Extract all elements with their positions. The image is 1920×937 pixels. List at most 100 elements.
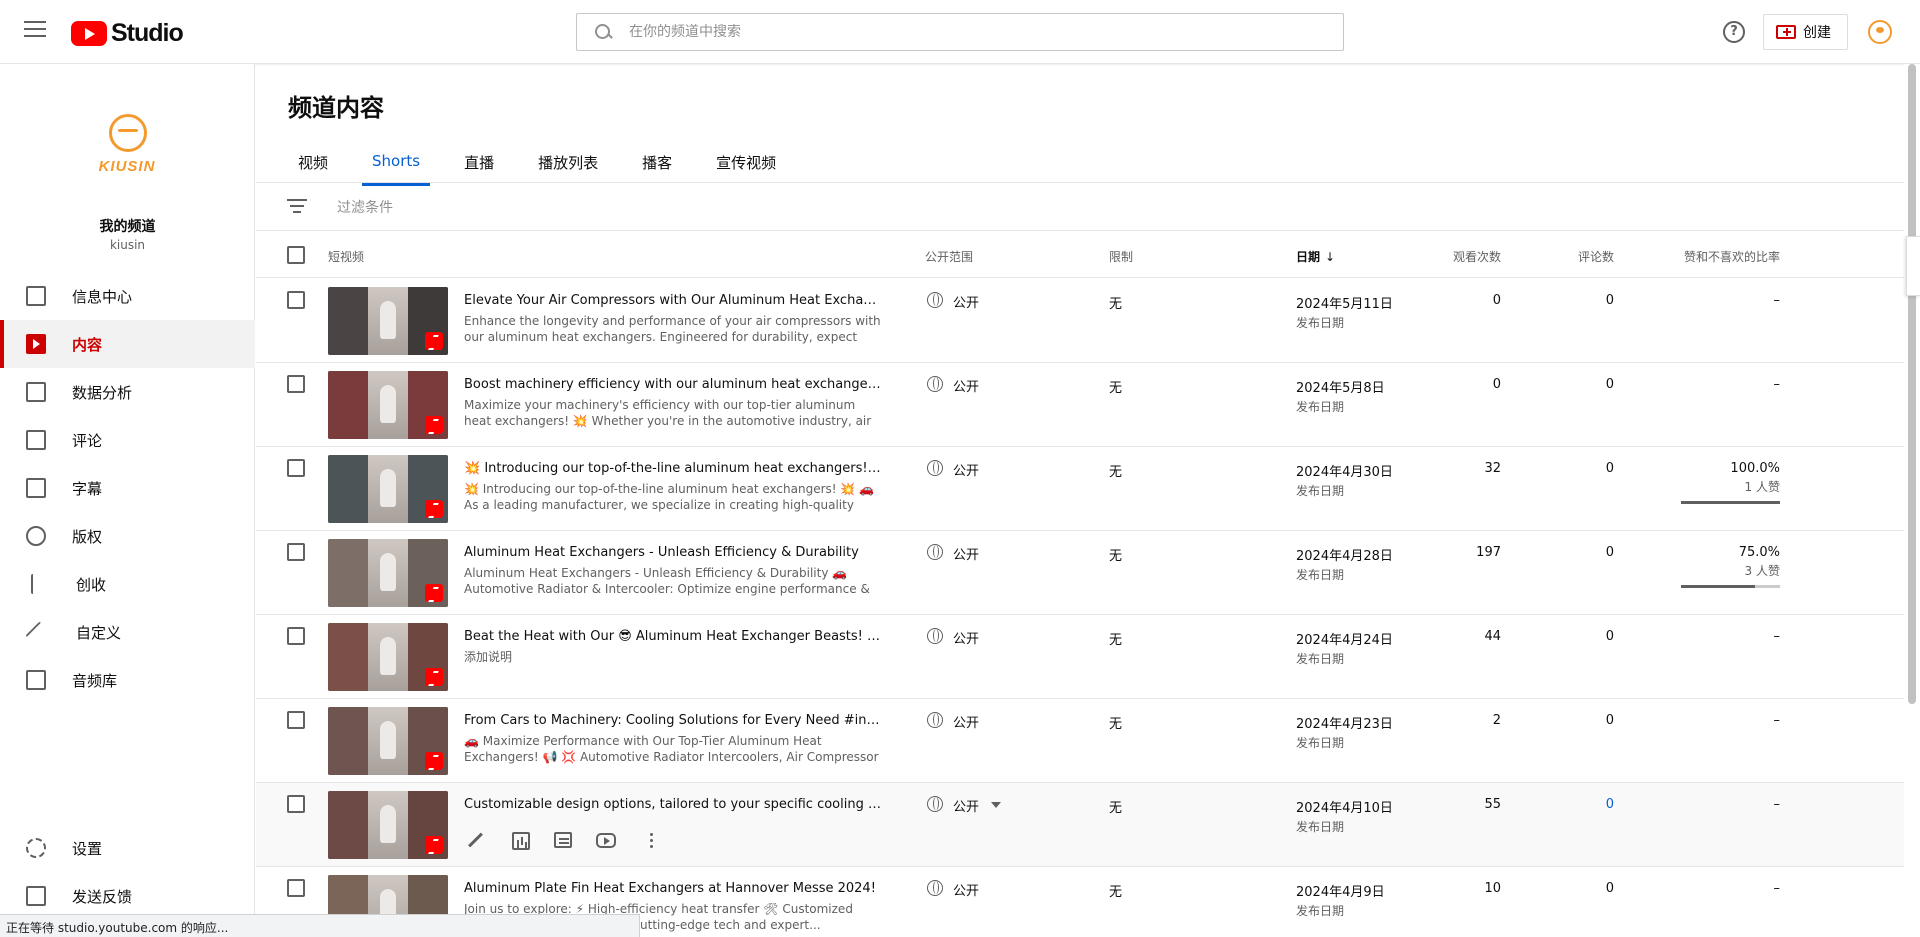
- table-row[interactable]: Boost machinery efficiency with our alum…: [256, 363, 1904, 447]
- channel-avatar[interactable]: KIUSIN: [93, 114, 161, 186]
- column-date[interactable]: 日期 ↓: [1296, 248, 1335, 265]
- row-checkbox[interactable]: [287, 627, 305, 645]
- kiusin-logo-icon: [109, 114, 147, 152]
- sidebar-item-dashboard[interactable]: 信息中心: [0, 272, 255, 320]
- sidebar-item-analytics[interactable]: 数据分析: [0, 368, 255, 416]
- video-title[interactable]: 💥 Introducing our top-of-the-line alumin…: [464, 461, 884, 476]
- visibility-status[interactable]: 公开: [953, 712, 979, 731]
- table-header: 短视频 公开范围 限制 日期 ↓ 观看次数 评论数 赞和不喜欢的比率: [256, 232, 1904, 278]
- visibility-status[interactable]: 公开: [953, 544, 979, 563]
- column-ratio[interactable]: 赞和不喜欢的比率: [1656, 248, 1780, 265]
- video-title[interactable]: Elevate Your Air Compressors with Our Al…: [464, 293, 884, 308]
- comments-icon[interactable]: [554, 832, 572, 848]
- tab-videos[interactable]: 视频: [288, 140, 338, 186]
- visibility-status[interactable]: 公开: [953, 796, 979, 815]
- video-title[interactable]: Aluminum Heat Exchangers - Unleash Effic…: [464, 545, 884, 560]
- row-checkbox[interactable]: [287, 543, 305, 561]
- account-avatar[interactable]: [1868, 20, 1892, 44]
- tab-playlists[interactable]: 播放列表: [528, 140, 608, 186]
- sidebar-item-customization[interactable]: 自定义: [0, 608, 255, 656]
- row-checkbox[interactable]: [287, 711, 305, 729]
- like-ratio: –: [1773, 713, 1781, 728]
- visibility-status[interactable]: 公开: [953, 460, 979, 479]
- sidebar-item-audio-library[interactable]: 音频库: [0, 656, 255, 704]
- sidebar-item-subtitles[interactable]: 字幕: [0, 464, 255, 512]
- table-row[interactable]: Customizable design options, tailored to…: [256, 783, 1904, 867]
- studio-logo[interactable]: Studio: [71, 19, 184, 48]
- video-title[interactable]: Customizable design options, tailored to…: [464, 797, 884, 812]
- table-row[interactable]: Beat the Heat with Our 😎 Aluminum Heat E…: [256, 615, 1904, 699]
- table-row[interactable]: 💥 Introducing our top-of-the-line alumin…: [256, 447, 1904, 531]
- thumbnail-panel: [328, 791, 368, 859]
- like-ratio: –: [1773, 881, 1781, 896]
- row-checkbox[interactable]: [287, 291, 305, 309]
- content-icon: [26, 334, 46, 354]
- video-title[interactable]: From Cars to Machinery: Cooling Solution…: [464, 713, 884, 728]
- sidebar-item-copyright[interactable]: 版权: [0, 512, 255, 560]
- column-visibility[interactable]: 公开范围: [925, 248, 973, 265]
- scrollbar-thumb[interactable]: [1908, 64, 1916, 704]
- view-on-youtube-icon[interactable]: [596, 833, 616, 848]
- video-thumbnail[interactable]: [328, 707, 448, 775]
- search-input[interactable]: [629, 24, 1309, 40]
- tab-live[interactable]: 直播: [454, 140, 504, 186]
- thumbnail-panel: [328, 539, 368, 607]
- tab-promotions[interactable]: 宣传视频: [706, 140, 786, 186]
- more-options-icon[interactable]: [640, 829, 664, 853]
- analytics-icon[interactable]: [512, 832, 530, 850]
- visibility-status[interactable]: 公开: [953, 628, 979, 647]
- menu-icon[interactable]: [24, 21, 46, 39]
- video-thumbnail[interactable]: [328, 371, 448, 439]
- date-type: 发布日期: [1296, 400, 1345, 414]
- visibility-status[interactable]: 公开: [953, 292, 979, 311]
- video-title[interactable]: Beat the Heat with Our 😎 Aluminum Heat E…: [464, 629, 884, 644]
- column-restrictions[interactable]: 限制: [1109, 248, 1133, 265]
- table-row[interactable]: From Cars to Machinery: Cooling Solution…: [256, 699, 1904, 783]
- sidebar-item-monetization[interactable]: 创收: [0, 560, 255, 608]
- copyright-icon: [26, 526, 46, 546]
- column-views[interactable]: 观看次数: [1424, 248, 1501, 265]
- publish-date: 2024年4月23日: [1296, 717, 1393, 732]
- row-checkbox[interactable]: [287, 879, 305, 897]
- column-short[interactable]: 短视频: [328, 248, 364, 265]
- row-checkbox[interactable]: [287, 795, 305, 813]
- table-row[interactable]: Aluminum Heat Exchangers - Unleash Effic…: [256, 531, 1904, 615]
- video-thumbnail[interactable]: [328, 287, 448, 355]
- thumbnail-panel: [328, 707, 368, 775]
- search-box[interactable]: [576, 13, 1344, 51]
- channel-brand: KIUSIN: [98, 158, 156, 175]
- filter-input[interactable]: 过滤条件: [337, 197, 393, 217]
- video-title[interactable]: Aluminum Plate Fin Heat Exchangers at Ha…: [464, 881, 884, 896]
- like-ratio-bar: [1681, 501, 1780, 504]
- publish-date: 2024年4月24日: [1296, 633, 1393, 648]
- edit-pencil-icon[interactable]: [464, 829, 488, 853]
- sidebar-item-label: 评论: [72, 431, 103, 450]
- video-thumbnail[interactable]: [328, 539, 448, 607]
- publish-date: 2024年5月11日: [1296, 297, 1393, 312]
- tab-shorts[interactable]: Shorts: [362, 140, 431, 186]
- help-icon[interactable]: ?: [1723, 21, 1745, 43]
- video-thumbnail[interactable]: [328, 455, 448, 523]
- column-comments[interactable]: 评论数: [1556, 248, 1614, 265]
- comments-count[interactable]: 0: [1556, 797, 1614, 812]
- tab-podcasts[interactable]: 播客: [632, 140, 682, 186]
- select-all-checkbox[interactable]: [287, 246, 305, 264]
- sidebar-item-content[interactable]: 内容: [0, 320, 255, 368]
- video-title[interactable]: Boost machinery efficiency with our alum…: [464, 377, 884, 392]
- row-checkbox[interactable]: [287, 459, 305, 477]
- table-row[interactable]: Elevate Your Air Compressors with Our Al…: [256, 279, 1904, 363]
- video-thumbnail[interactable]: [328, 791, 448, 859]
- side-panel-tab[interactable]: [1906, 236, 1920, 296]
- sidebar-item-comments[interactable]: 评论: [0, 416, 255, 464]
- video-thumbnail[interactable]: [328, 623, 448, 691]
- chevron-down-icon[interactable]: [991, 802, 1001, 808]
- sidebar-item-settings[interactable]: 设置: [0, 824, 255, 872]
- video-description: Aluminum Heat Exchangers - Unleash Effic…: [464, 566, 870, 596]
- visibility-status[interactable]: 公开: [953, 880, 979, 899]
- filter-icon[interactable]: [287, 198, 307, 215]
- row-checkbox[interactable]: [287, 375, 305, 393]
- visibility-status[interactable]: 公开: [953, 376, 979, 395]
- scrollbar[interactable]: [1904, 64, 1920, 937]
- create-button[interactable]: 创建: [1763, 14, 1848, 50]
- sidebar-item-feedback[interactable]: 发送反馈: [0, 872, 255, 920]
